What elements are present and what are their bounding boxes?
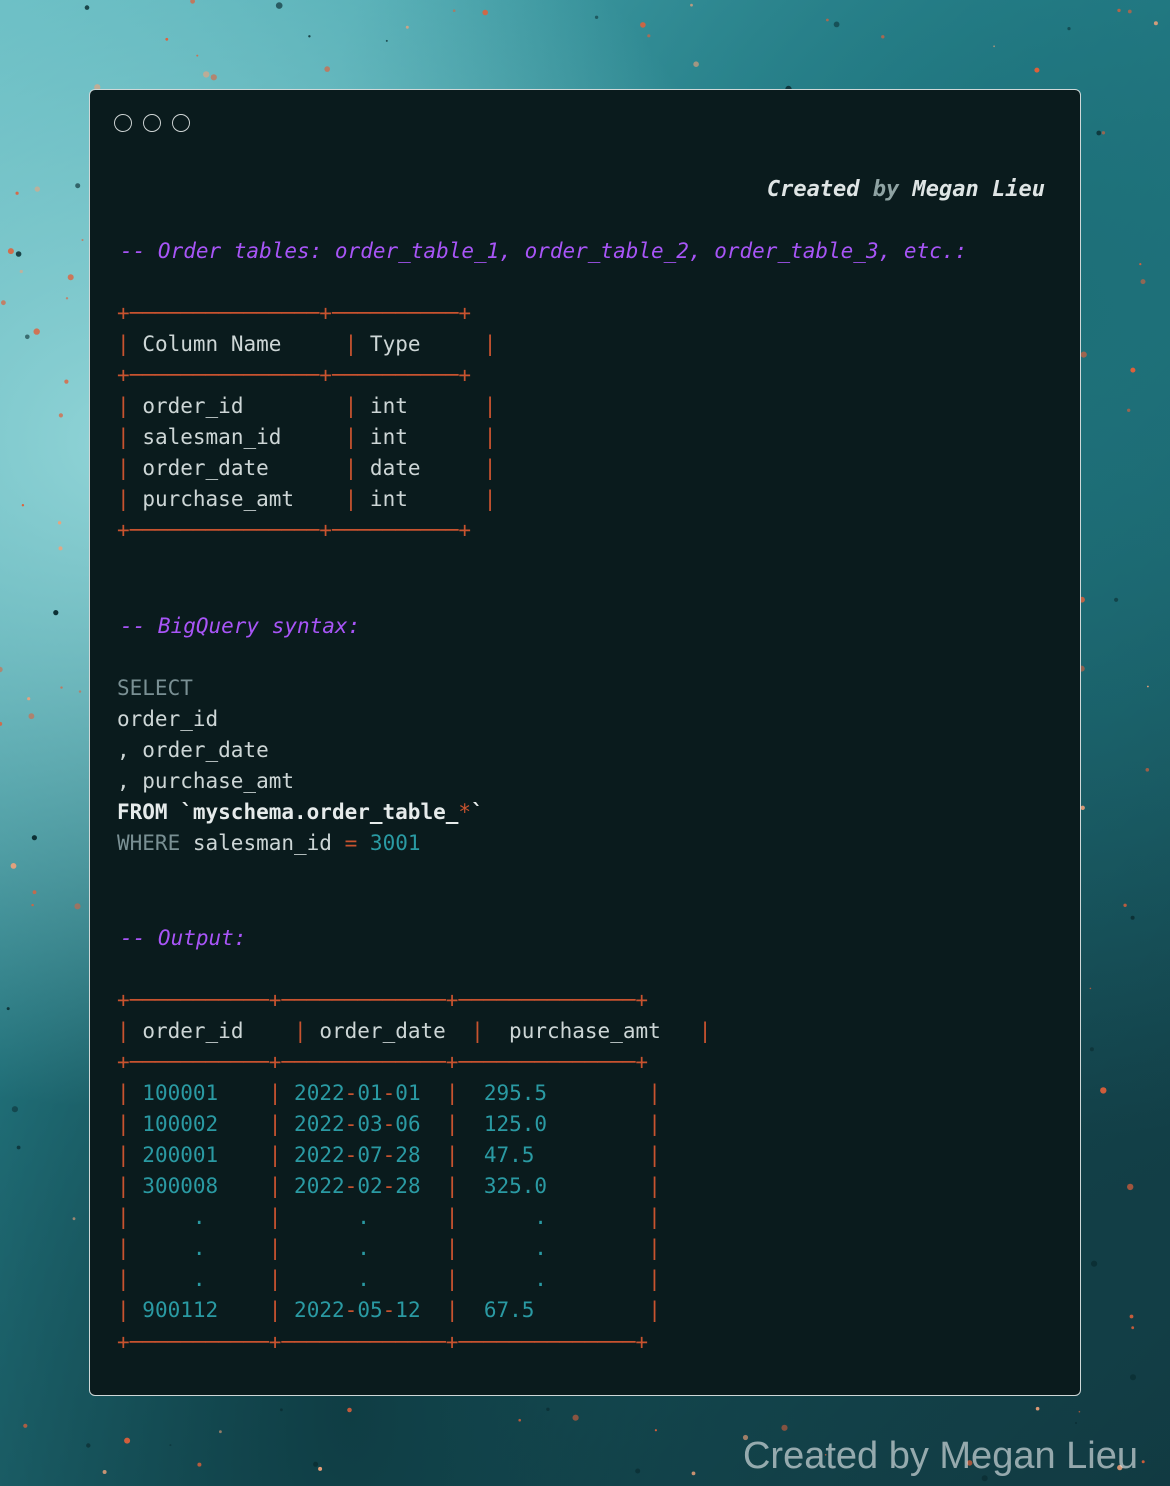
credit-created: Created: [766, 177, 860, 202]
output-cell-purchase-amt: 325.0: [483, 1174, 649, 1198]
sql-where-column: salesman_id: [192, 831, 332, 855]
schema-row: | order_id | int |: [117, 394, 497, 418]
output-cell-order-date: 2022-03-06: [294, 1112, 421, 1136]
credit-name: Megan Lieu: [912, 177, 1045, 202]
output-cell-order-date: 2022-07-28: [294, 1143, 421, 1167]
schema-cell-type: int: [369, 487, 408, 511]
sql-operator: =: [344, 831, 358, 855]
sql-from-line: FROM `myschema.order_table_*`: [117, 797, 484, 828]
schema-table-header: | Column Name | Type |: [117, 332, 497, 356]
output-table-border: +───────────+─────────────+─────────────…: [117, 988, 649, 1012]
output-cell-order-date: .: [294, 1267, 446, 1291]
output-row: | . | . | . |: [117, 1236, 661, 1260]
output-row: | 300008 | 2022-02-28 | 325.0 |: [117, 1174, 661, 1198]
output-cell-order-date: 2022-01-01: [294, 1081, 421, 1105]
output-row: | . | . | . |: [117, 1267, 661, 1291]
output-table-header: | order_id | order_date | purchase_amt |: [117, 1019, 712, 1043]
schema-header-type: Type: [369, 332, 421, 356]
schema-cell-name: salesman_id: [142, 425, 282, 449]
author-credit: Created by Megan Lieu: [767, 174, 1045, 205]
output-cell-purchase-amt: 125.0: [483, 1112, 649, 1136]
comment-output: -- Output:: [120, 926, 247, 950]
sql-where-value: 3001: [369, 831, 421, 855]
sql-column: , purchase_amt: [117, 769, 295, 793]
sql-table: `myschema.order_table_: [180, 800, 459, 824]
output-cell-order-date: 2022-05-12: [294, 1298, 421, 1322]
output-cell-order-id: 300008: [142, 1174, 257, 1198]
output-row: | 100002 | 2022-03-06 | 125.0 |: [117, 1112, 661, 1136]
schema-cell-name: purchase_amt: [142, 487, 295, 511]
credit-by: by: [872, 177, 900, 202]
schema-table-border: +───────────────+──────────+: [117, 518, 472, 542]
comment-bigquery-syntax: -- BigQuery syntax:: [120, 614, 361, 638]
output-header-order-date: order_date: [319, 1019, 446, 1043]
output-cell-order-id: 100002: [142, 1112, 257, 1136]
output-cell-order-date: .: [294, 1205, 446, 1229]
window-controls: [114, 114, 190, 132]
schema-table-border: +───────────────+──────────+: [117, 301, 472, 325]
comment-order-tables: -- Order tables: order_table_1, order_ta…: [120, 239, 968, 263]
output-row: | 200001 | 2022-07-28 | 47.5 |: [117, 1143, 661, 1167]
schema-row: | purchase_amt | int |: [117, 487, 497, 511]
output-header-purchase-amt: purchase_amt: [509, 1019, 661, 1043]
output-row: | 900112 | 2022-05-12 | 67.5 |: [117, 1298, 661, 1322]
output-cell-purchase-amt: .: [483, 1267, 649, 1291]
output-cell-purchase-amt: .: [483, 1236, 649, 1260]
schema-row: | salesman_id | int |: [117, 425, 497, 449]
window-dot-icon: [143, 114, 161, 132]
output-cell-order-date: .: [294, 1236, 446, 1260]
schema-cell-name: order_id: [142, 394, 244, 418]
window-dot-icon: [172, 114, 190, 132]
sql-column: order_id: [117, 707, 219, 731]
schema-cell-type: int: [369, 394, 408, 418]
watermark: Created by Megan Lieu: [742, 1435, 1138, 1477]
output-table-border: +───────────+─────────────+─────────────…: [117, 1330, 649, 1354]
output-table-border: +───────────+─────────────+─────────────…: [117, 1050, 649, 1074]
output-row: | . | . | . |: [117, 1205, 661, 1229]
schema-cell-type: date: [369, 456, 421, 480]
output-header-order-id: order_id: [142, 1019, 244, 1043]
sql-where: WHERE: [117, 831, 181, 855]
schema-cell-type: int: [369, 425, 408, 449]
output-cell-purchase-amt: .: [483, 1205, 649, 1229]
sql-from: FROM: [117, 800, 168, 824]
output-cell-purchase-amt: 67.5: [483, 1298, 649, 1322]
output-cell-purchase-amt: 295.5: [483, 1081, 649, 1105]
window-dot-icon: [114, 114, 132, 132]
output-cell-order-id: 100001: [142, 1081, 257, 1105]
sql-select: SELECT: [117, 676, 193, 700]
code-window: Created by Megan Lieu -- Order tables: o…: [89, 89, 1081, 1396]
output-cell-order-id: 900112: [142, 1298, 257, 1322]
sql-column: , order_date: [117, 738, 269, 762]
output-cell-order-date: 2022-02-28: [294, 1174, 421, 1198]
schema-row: | order_date | date |: [117, 456, 497, 480]
schema-table-border: +───────────────+──────────+: [117, 363, 472, 387]
sql-where-line: WHERE salesman_id = 3001: [117, 828, 421, 859]
output-cell-order-id: .: [142, 1205, 257, 1229]
output-cell-order-id: 200001: [142, 1143, 257, 1167]
sql-wildcard: *: [458, 800, 472, 824]
schema-cell-name: order_date: [142, 456, 269, 480]
schema-header-column-name: Column Name: [142, 332, 282, 356]
output-cell-purchase-amt: 47.5: [483, 1143, 649, 1167]
output-cell-order-id: .: [142, 1236, 257, 1260]
sql-backtick: `: [471, 800, 484, 824]
output-cell-order-id: .: [142, 1267, 257, 1291]
output-row: | 100001 | 2022-01-01 | 295.5 |: [117, 1081, 661, 1105]
